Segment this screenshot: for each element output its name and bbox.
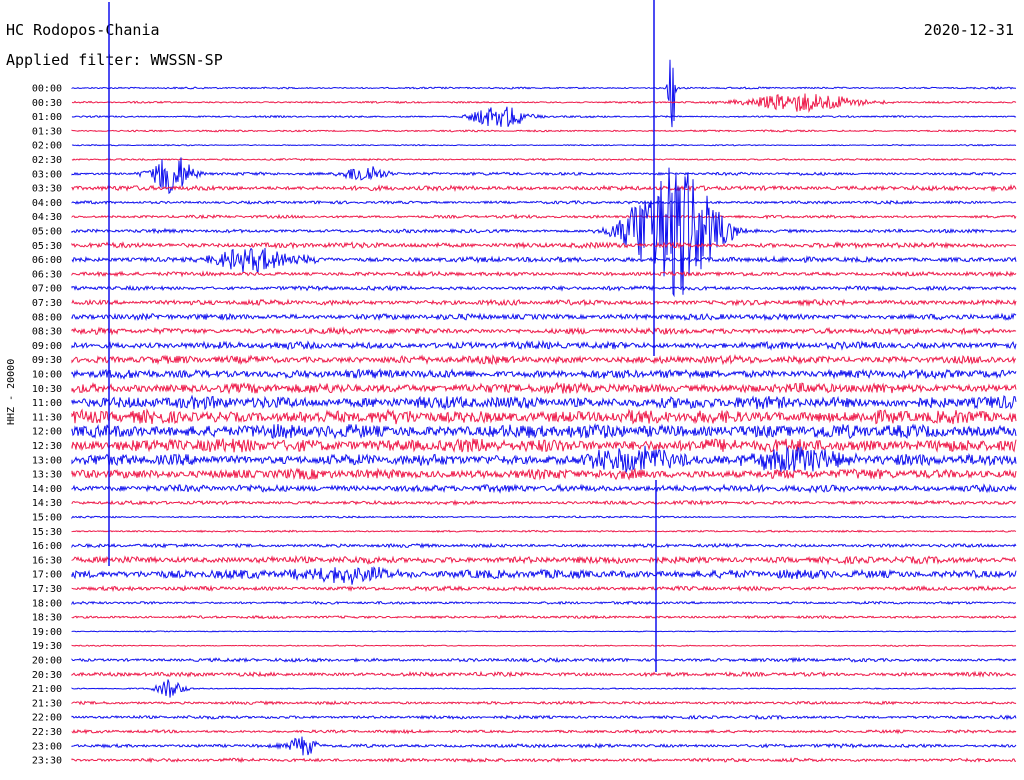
time-tick-label: 09:30 bbox=[32, 355, 62, 366]
trace-row-0830 bbox=[71, 326, 1017, 336]
time-tick-label: 07:30 bbox=[32, 298, 62, 309]
trace-row-2030 bbox=[71, 670, 1017, 678]
time-tick-label: 22:30 bbox=[32, 727, 62, 738]
time-tick-label: 10:00 bbox=[32, 370, 62, 381]
trace-row-1730 bbox=[71, 584, 1017, 593]
time-tick-label: 01:00 bbox=[32, 112, 62, 123]
time-tick-label: 05:00 bbox=[32, 227, 62, 238]
trace-row-1930 bbox=[71, 644, 1017, 647]
time-tick-label: 13:00 bbox=[32, 455, 62, 466]
time-tick-label: 14:00 bbox=[32, 484, 62, 495]
time-tick-label: 16:00 bbox=[32, 541, 62, 552]
time-tick-label: 00:30 bbox=[32, 98, 62, 109]
trace-row-0700 bbox=[71, 284, 1017, 292]
trace-row-0630 bbox=[71, 269, 1017, 278]
time-tick-label: 08:00 bbox=[32, 312, 62, 323]
trace-row-1300 bbox=[71, 445, 1017, 473]
trace-row-0130 bbox=[71, 129, 1017, 133]
time-tick-label: 23:00 bbox=[32, 741, 62, 752]
trace-row-0800 bbox=[71, 312, 1017, 322]
trace-row-0530 bbox=[71, 241, 1017, 250]
time-tick-label: 23:30 bbox=[32, 756, 62, 767]
trace-row-1500 bbox=[71, 515, 1017, 520]
trace-row-1000 bbox=[71, 368, 1017, 380]
time-tick-label: 12:00 bbox=[32, 427, 62, 438]
time-tick-label: 04:30 bbox=[32, 212, 62, 223]
time-tick-label: 21:00 bbox=[32, 684, 62, 695]
time-tick-label: 02:30 bbox=[32, 155, 62, 166]
time-tick-label: 09:00 bbox=[32, 341, 62, 352]
trace-row-2230 bbox=[71, 728, 1017, 735]
time-tick-label: 01:30 bbox=[32, 126, 62, 137]
trace-row-1800 bbox=[71, 600, 1017, 606]
trace-row-0430 bbox=[71, 213, 1017, 220]
time-tick-label: 04:00 bbox=[32, 198, 62, 209]
trace-row-0030 bbox=[71, 93, 1017, 114]
trace-row-1400 bbox=[71, 483, 1017, 494]
time-tick-label: 12:30 bbox=[32, 441, 62, 452]
trace-row-0900 bbox=[71, 339, 1017, 351]
trace-row-2300 bbox=[71, 736, 1017, 756]
time-tick-label: 06:30 bbox=[32, 269, 62, 280]
time-tick-label: 19:00 bbox=[32, 627, 62, 638]
trace-row-0100 bbox=[71, 106, 1017, 127]
time-tick-label: 03:00 bbox=[32, 169, 62, 180]
time-tick-label: 00:00 bbox=[32, 84, 62, 95]
trace-row-1530 bbox=[71, 529, 1017, 534]
trace-row-2000 bbox=[71, 656, 1017, 664]
time-tick-label: 10:30 bbox=[32, 384, 62, 395]
trace-row-1700 bbox=[71, 566, 1017, 585]
time-tick-label: 02:00 bbox=[32, 141, 62, 152]
trace-row-1200 bbox=[71, 422, 1017, 440]
time-tick-label: 06:00 bbox=[32, 255, 62, 266]
trace-row-2100 bbox=[71, 679, 1017, 698]
time-tick-label: 18:30 bbox=[32, 613, 62, 624]
time-tick-label: 18:00 bbox=[32, 598, 62, 609]
time-tick-label: 11:00 bbox=[32, 398, 62, 409]
time-tick-label: 20:30 bbox=[32, 670, 62, 681]
trace-row-1030 bbox=[71, 381, 1017, 395]
time-tick-label: 16:30 bbox=[32, 555, 62, 566]
time-tick-label: 11:30 bbox=[32, 412, 62, 423]
time-tick-label: 14:30 bbox=[32, 498, 62, 509]
trace-row-0230 bbox=[71, 157, 1017, 162]
time-tick-label: 17:00 bbox=[32, 570, 62, 581]
trace-row-1430 bbox=[71, 499, 1017, 507]
time-tick-label: 07:00 bbox=[32, 284, 62, 295]
time-tick-label: 13:30 bbox=[32, 470, 62, 481]
trace-row-0400 bbox=[71, 199, 1017, 205]
trace-row-2200 bbox=[71, 714, 1017, 721]
trace-row-1600 bbox=[71, 542, 1017, 549]
trace-row-1830 bbox=[71, 614, 1017, 620]
time-tick-label: 15:00 bbox=[32, 513, 62, 524]
time-tick-label: 17:30 bbox=[32, 584, 62, 595]
time-tick-label: 08:30 bbox=[32, 327, 62, 338]
time-tick-label: 05:30 bbox=[32, 241, 62, 252]
trace-row-1330 bbox=[71, 467, 1017, 481]
trace-row-1230 bbox=[71, 438, 1017, 453]
time-tick-label: 20:00 bbox=[32, 656, 62, 667]
time-tick-labels: 00:00 00:30 01:00 01:30 02:00 02:30 03:00 03:30… bbox=[32, 84, 62, 767]
trace-row-0730 bbox=[71, 298, 1017, 307]
trace-row-1630 bbox=[71, 554, 1017, 566]
time-tick-label: 15:30 bbox=[32, 527, 62, 538]
trace-row-2330 bbox=[71, 756, 1016, 764]
trace-row-0600 bbox=[71, 247, 1017, 274]
trace-row-0330 bbox=[71, 184, 1017, 193]
trace-row-2130 bbox=[71, 700, 1017, 706]
trace-row-1100 bbox=[71, 394, 1017, 411]
seismogram-chart: 00:00 00:30 01:00 01:30 02:00 02:30 03:00 03:30… bbox=[32, 0, 1017, 767]
time-tick-label: 22:00 bbox=[32, 713, 62, 724]
seismic-traces bbox=[71, 0, 1017, 764]
trace-row-1900 bbox=[71, 630, 1016, 633]
time-tick-label: 03:30 bbox=[32, 184, 62, 195]
trace-row-0200 bbox=[71, 143, 1017, 147]
trace-row-1130 bbox=[71, 408, 1017, 425]
time-tick-label: 19:30 bbox=[32, 641, 62, 652]
time-tick-label: 21:30 bbox=[32, 698, 62, 709]
trace-row-0930 bbox=[71, 354, 1017, 366]
